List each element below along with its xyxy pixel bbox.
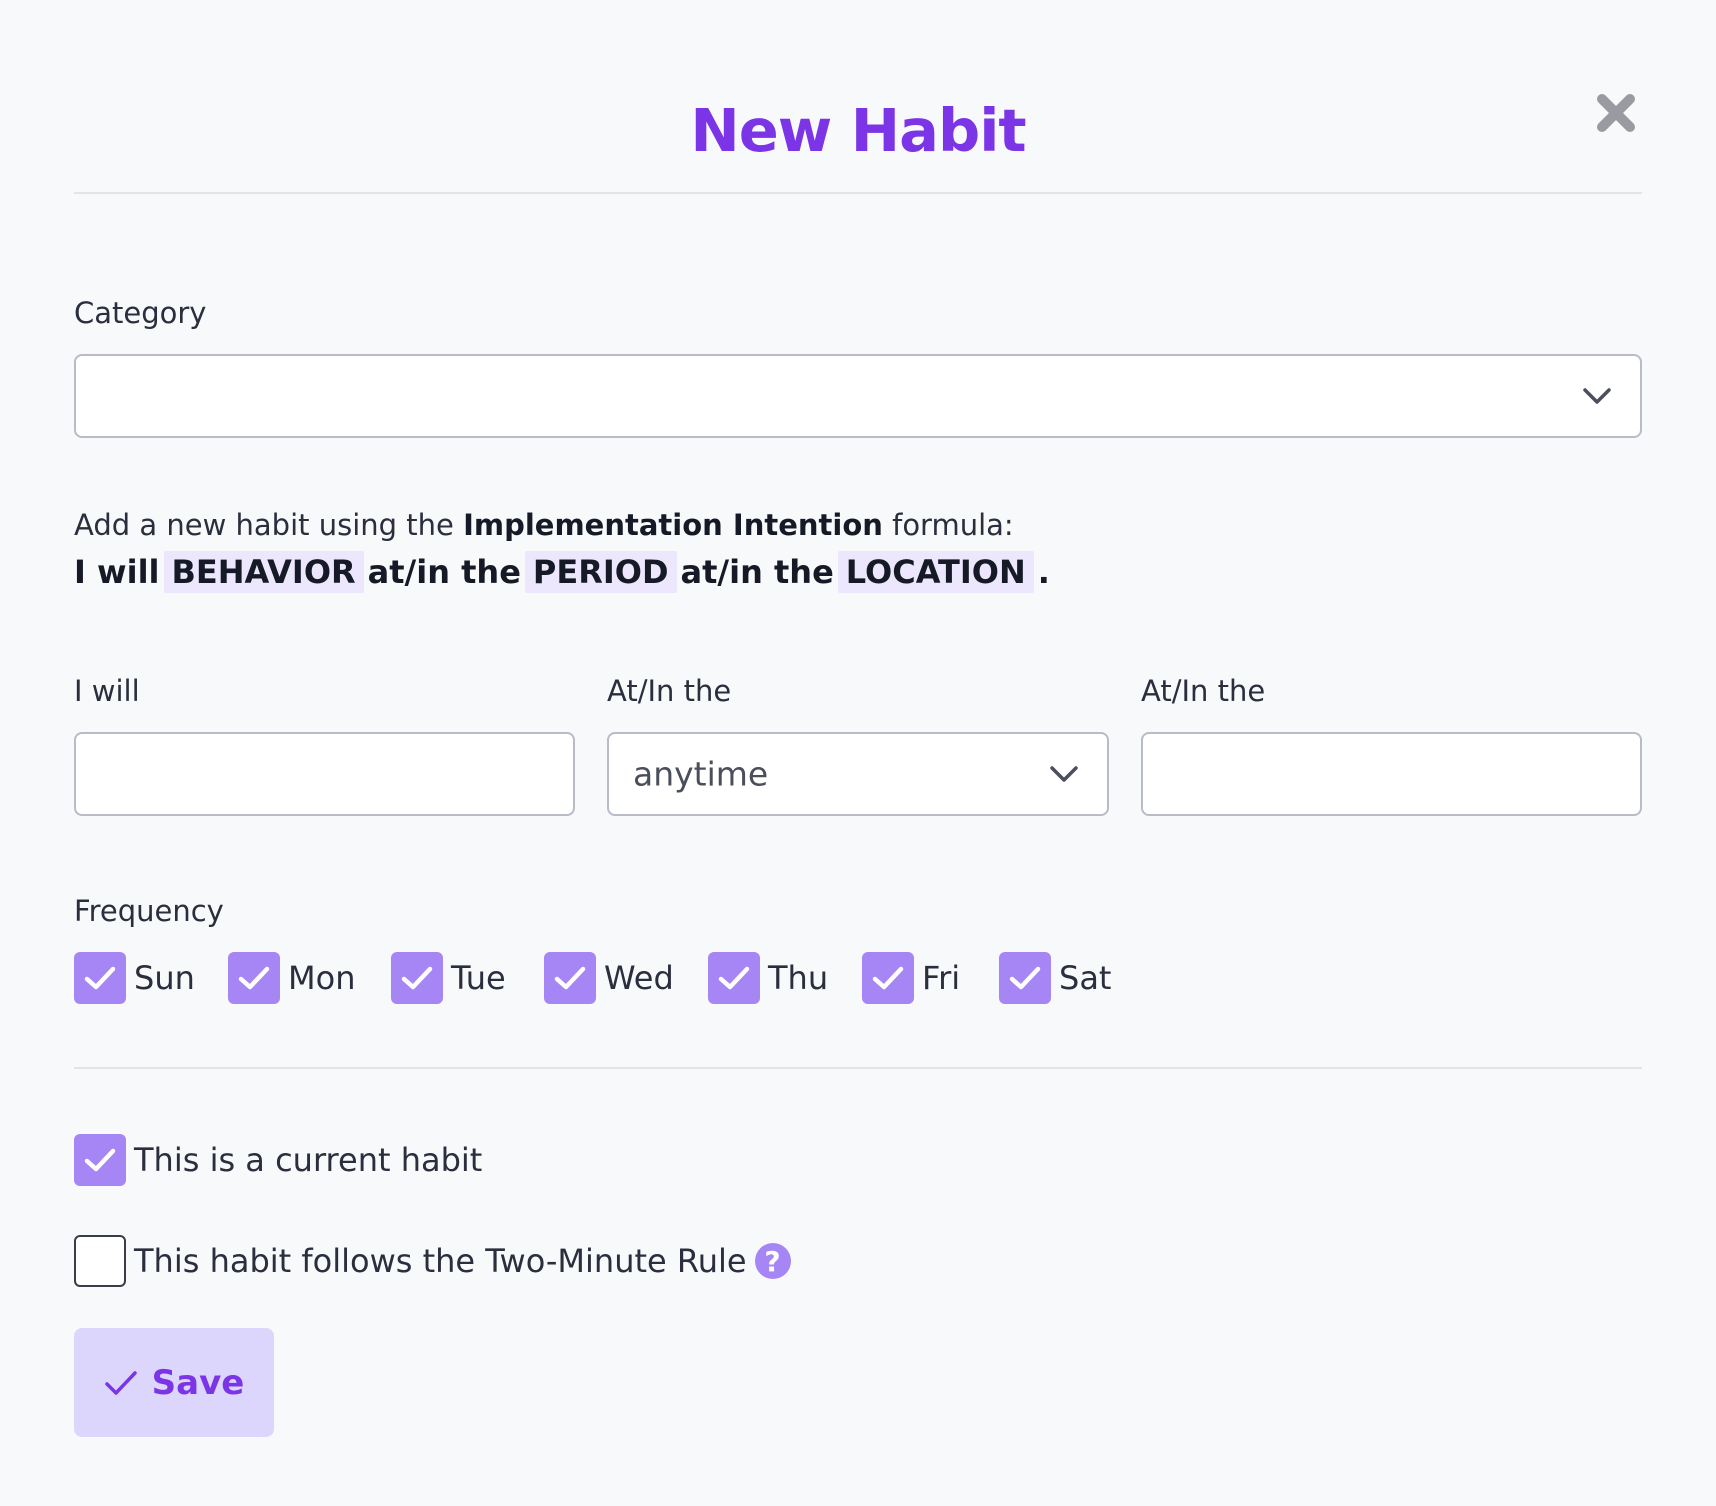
day-toggle-mon[interactable]: Mon	[228, 952, 355, 1004]
chevron-down-icon	[1050, 766, 1078, 782]
check-icon	[84, 966, 116, 990]
section-divider	[74, 1067, 1642, 1069]
two-minute-rule-option[interactable]: This habit follows the Two-Minute Rule ?	[74, 1235, 791, 1287]
day-label: Tue	[451, 959, 506, 997]
checkbox[interactable]	[999, 952, 1051, 1004]
check-icon	[104, 1370, 137, 1395]
intro-emphasis: Implementation Intention	[463, 508, 883, 542]
checkbox[interactable]	[228, 952, 280, 1004]
close-button[interactable]	[1594, 91, 1638, 135]
day-label: Fri	[922, 959, 961, 997]
two-minute-rule-checkbox[interactable]	[74, 1235, 126, 1287]
behavior-label: I will	[74, 674, 140, 708]
formula-part: at/in the	[680, 553, 834, 591]
day-label: Wed	[604, 959, 674, 997]
day-toggle-wed[interactable]: Wed	[544, 952, 674, 1004]
current-habit-checkbox[interactable]	[74, 1134, 126, 1186]
current-habit-label: This is a current habit	[134, 1141, 483, 1179]
formula-line: I will BEHAVIOR at/in the PERIOD at/in the LO…	[74, 551, 1050, 593]
formula-part: I will	[74, 553, 160, 591]
period-select[interactable]: anytime	[607, 732, 1109, 816]
day-toggle-sun[interactable]: Sun	[74, 952, 195, 1004]
save-label: Save	[151, 1362, 245, 1403]
day-toggle-sat[interactable]: Sat	[999, 952, 1111, 1004]
check-icon	[1009, 966, 1041, 990]
behavior-input[interactable]	[74, 732, 575, 816]
checkbox[interactable]	[544, 952, 596, 1004]
check-icon	[872, 966, 904, 990]
day-label: Thu	[768, 959, 829, 997]
day-label: Sun	[134, 959, 195, 997]
checkbox[interactable]	[862, 952, 914, 1004]
formula-end: .	[1037, 553, 1050, 591]
check-icon	[554, 966, 586, 990]
period-value: anytime	[633, 754, 769, 794]
chevron-down-icon	[1583, 388, 1611, 404]
modal-title: New Habit	[690, 96, 1026, 165]
two-minute-rule-label: This habit follows the Two-Minute Rule	[134, 1242, 747, 1280]
checkbox[interactable]	[391, 952, 443, 1004]
period-label: At/In the	[607, 674, 732, 708]
check-icon	[718, 966, 750, 990]
save-button[interactable]: Save	[74, 1328, 274, 1437]
formula-token-period: PERIOD	[524, 551, 677, 593]
check-icon	[401, 966, 433, 990]
formula-token-location: LOCATION	[837, 551, 1034, 593]
formula-part: at/in the	[367, 553, 521, 591]
check-icon	[84, 1148, 116, 1172]
checkbox[interactable]	[708, 952, 760, 1004]
day-toggle-tue[interactable]: Tue	[391, 952, 506, 1004]
day-toggle-fri[interactable]: Fri	[862, 952, 960, 1004]
day-label: Mon	[288, 959, 356, 997]
intro-suffix: formula:	[882, 508, 1014, 542]
current-habit-option[interactable]: This is a current habit	[74, 1134, 482, 1186]
location-input[interactable]	[1141, 732, 1642, 816]
formula-token-behavior: BEHAVIOR	[163, 551, 364, 593]
help-icon[interactable]: ?	[754, 1243, 791, 1279]
check-icon	[238, 966, 270, 990]
day-toggle-thu[interactable]: Thu	[708, 952, 828, 1004]
close-icon	[1597, 94, 1635, 132]
day-label: Sat	[1059, 959, 1112, 997]
category-select[interactable]	[74, 354, 1642, 438]
frequency-label: Frequency	[74, 894, 224, 928]
new-habit-modal: New Habit Category Add a new habit using…	[0, 0, 1716, 1506]
category-label: Category	[74, 296, 207, 330]
location-label: At/In the	[1141, 674, 1266, 708]
header-divider	[74, 192, 1642, 194]
checkbox[interactable]	[74, 952, 126, 1004]
intro-prefix: Add a new habit using the	[74, 508, 464, 542]
intro-text: Add a new habit using the Implementation…	[74, 508, 1014, 542]
